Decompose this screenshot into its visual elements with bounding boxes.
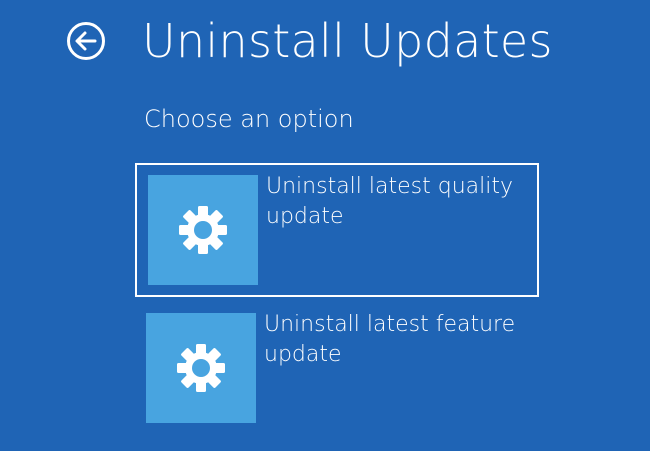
choose-option-subtitle: Choose an option [144, 105, 354, 133]
option-uninstall-quality-update[interactable]: Uninstall latest quality update [135, 163, 539, 297]
page-title: Uninstall Updates [142, 14, 553, 68]
back-button[interactable] [66, 21, 106, 61]
gear-icon [179, 206, 227, 254]
option-label: Uninstall latest feature update [264, 312, 516, 367]
option-tile [146, 313, 256, 423]
option-label: Uninstall latest quality update [266, 174, 513, 229]
back-arrow-circle-icon [67, 22, 105, 60]
gear-icon [177, 344, 225, 392]
option-uninstall-feature-update[interactable]: Uninstall latest feature update [135, 303, 539, 437]
option-tile [148, 175, 258, 285]
